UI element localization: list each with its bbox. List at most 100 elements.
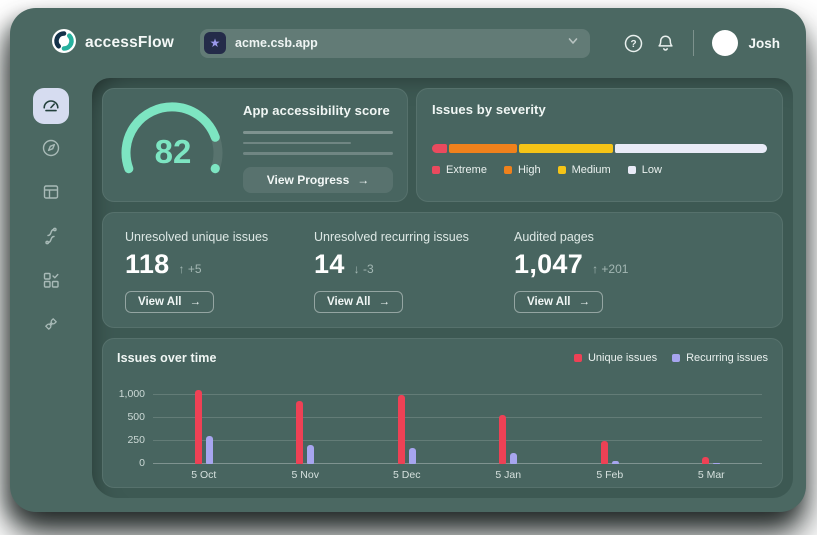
brand-name: accessFlow bbox=[85, 34, 174, 52]
chart-plot-area bbox=[153, 381, 762, 464]
project-name: acme.csb.app bbox=[235, 36, 557, 50]
legend-item: Extreme bbox=[432, 164, 487, 176]
legend-swatch-medium bbox=[558, 166, 566, 174]
stat-value: 1,047 bbox=[514, 249, 583, 280]
sidebar-item-integrations[interactable] bbox=[33, 308, 69, 344]
avatar[interactable] bbox=[712, 30, 738, 56]
legend-item: High bbox=[504, 164, 541, 176]
view-all-button[interactable]: View All → bbox=[514, 291, 603, 313]
bar bbox=[499, 415, 506, 464]
stat-audited-pages: Audited pages 1,047 ↑ +201 View All → bbox=[514, 230, 760, 327]
x-tick-label: 5 Oct bbox=[153, 469, 255, 481]
stat-unique-issues: Unresolved unique issues 118 ↑ +5 View A… bbox=[125, 230, 314, 327]
legend-item: Low bbox=[628, 164, 662, 176]
legend-label: Low bbox=[642, 164, 662, 176]
legend-swatch-recurring bbox=[672, 354, 680, 362]
bar bbox=[307, 445, 314, 464]
skeleton-line bbox=[243, 152, 393, 155]
legend-swatch-unique bbox=[574, 354, 582, 362]
bar bbox=[409, 448, 416, 464]
delta-value: +201 bbox=[601, 262, 628, 276]
legend-item: Unique issues bbox=[574, 352, 657, 364]
legend-label: Recurring issues bbox=[686, 352, 768, 364]
view-all-label: View All bbox=[327, 296, 370, 308]
chart-card: Issues over time Unique issues Recurring… bbox=[102, 338, 783, 488]
skeleton-line bbox=[243, 142, 351, 145]
delta-value: -3 bbox=[363, 262, 374, 276]
bar bbox=[510, 453, 517, 465]
bar-group bbox=[356, 395, 458, 465]
user-name: Josh bbox=[748, 36, 780, 51]
x-tick-label: 5 Jan bbox=[458, 469, 560, 481]
bar bbox=[713, 463, 720, 464]
chart-legend: Unique issues Recurring issues bbox=[574, 352, 768, 364]
view-all-button[interactable]: View All → bbox=[314, 291, 403, 313]
gauge-icon bbox=[41, 94, 61, 119]
arrow-right-icon: → bbox=[378, 296, 390, 308]
legend-item: Recurring issues bbox=[672, 352, 768, 364]
arrow-right-icon: → bbox=[357, 173, 369, 187]
score-card-title: App accessibility score bbox=[243, 103, 393, 118]
help-icon[interactable]: ? bbox=[624, 34, 643, 53]
sidebar bbox=[10, 78, 92, 512]
star-icon: ★ bbox=[204, 32, 226, 54]
topbar-right: ? Josh bbox=[624, 30, 780, 56]
chart-title: Issues over time bbox=[117, 351, 217, 365]
severity-segment-high bbox=[449, 144, 516, 153]
severity-legend: Extreme High Medium Low bbox=[432, 164, 767, 176]
project-selector[interactable]: ★ acme.csb.app bbox=[200, 29, 590, 58]
legend-label: High bbox=[518, 164, 541, 176]
severity-card: Issues by severity Extreme High Medium L… bbox=[416, 88, 783, 202]
sidebar-item-pages[interactable] bbox=[33, 176, 69, 212]
skeleton-line bbox=[243, 131, 393, 134]
grid-check-icon bbox=[41, 270, 61, 295]
bar bbox=[702, 457, 709, 464]
score-value: 82 bbox=[113, 133, 233, 171]
bar bbox=[612, 461, 619, 464]
sidebar-item-explore[interactable] bbox=[33, 132, 69, 168]
bar bbox=[195, 390, 202, 464]
sidebar-item-dashboard[interactable] bbox=[33, 88, 69, 124]
bar-group bbox=[153, 390, 255, 464]
legend-label: Medium bbox=[572, 164, 611, 176]
bar bbox=[601, 441, 608, 465]
flow-route-icon bbox=[41, 226, 61, 251]
sidebar-item-tasks[interactable] bbox=[33, 264, 69, 300]
view-progress-label: View Progress bbox=[267, 173, 350, 187]
severity-segment-medium bbox=[519, 144, 613, 153]
y-tick-label: 1,000 bbox=[119, 388, 145, 400]
y-tick-label: 500 bbox=[127, 411, 145, 423]
content-panel: 82 App accessibility score View Progress… bbox=[92, 78, 793, 498]
chart-bars bbox=[153, 381, 762, 464]
notifications-bell-icon[interactable] bbox=[656, 34, 675, 53]
sidebar-item-flows[interactable] bbox=[33, 220, 69, 256]
accessibility-score-gauge: 82 bbox=[113, 97, 233, 191]
severity-segment-low bbox=[615, 144, 767, 153]
legend-swatch-extreme bbox=[432, 166, 440, 174]
legend-label: Unique issues bbox=[588, 352, 657, 364]
x-tick-label: 5 Dec bbox=[356, 469, 458, 481]
stat-value: 14 bbox=[314, 249, 345, 280]
app-window: accessFlow ★ acme.csb.app ? bbox=[10, 8, 806, 512]
legend-item: Medium bbox=[558, 164, 611, 176]
plug-icon bbox=[41, 314, 61, 339]
score-card: 82 App accessibility score View Progress… bbox=[102, 88, 408, 202]
y-tick-label: 0 bbox=[139, 457, 145, 469]
delta-value: +5 bbox=[188, 262, 202, 276]
stat-label: Audited pages bbox=[514, 230, 760, 244]
bar-group bbox=[458, 415, 560, 464]
legend-label: Extreme bbox=[446, 164, 487, 176]
arrow-right-icon: → bbox=[578, 296, 590, 308]
brand: accessFlow bbox=[52, 29, 174, 58]
chevron-down-icon bbox=[566, 34, 580, 53]
y-tick-label: 250 bbox=[127, 434, 145, 446]
bar-group bbox=[559, 441, 661, 465]
bar bbox=[296, 401, 303, 464]
stat-label: Unresolved unique issues bbox=[125, 230, 314, 244]
view-progress-button[interactable]: View Progress → bbox=[243, 167, 393, 193]
view-all-label: View All bbox=[138, 296, 181, 308]
severity-card-title: Issues by severity bbox=[432, 102, 767, 117]
arrow-up-icon: ↑ bbox=[592, 262, 598, 276]
view-all-button[interactable]: View All → bbox=[125, 291, 214, 313]
chart-x-labels: 5 Oct5 Nov5 Dec5 Jan5 Feb5 Mar bbox=[153, 469, 762, 481]
